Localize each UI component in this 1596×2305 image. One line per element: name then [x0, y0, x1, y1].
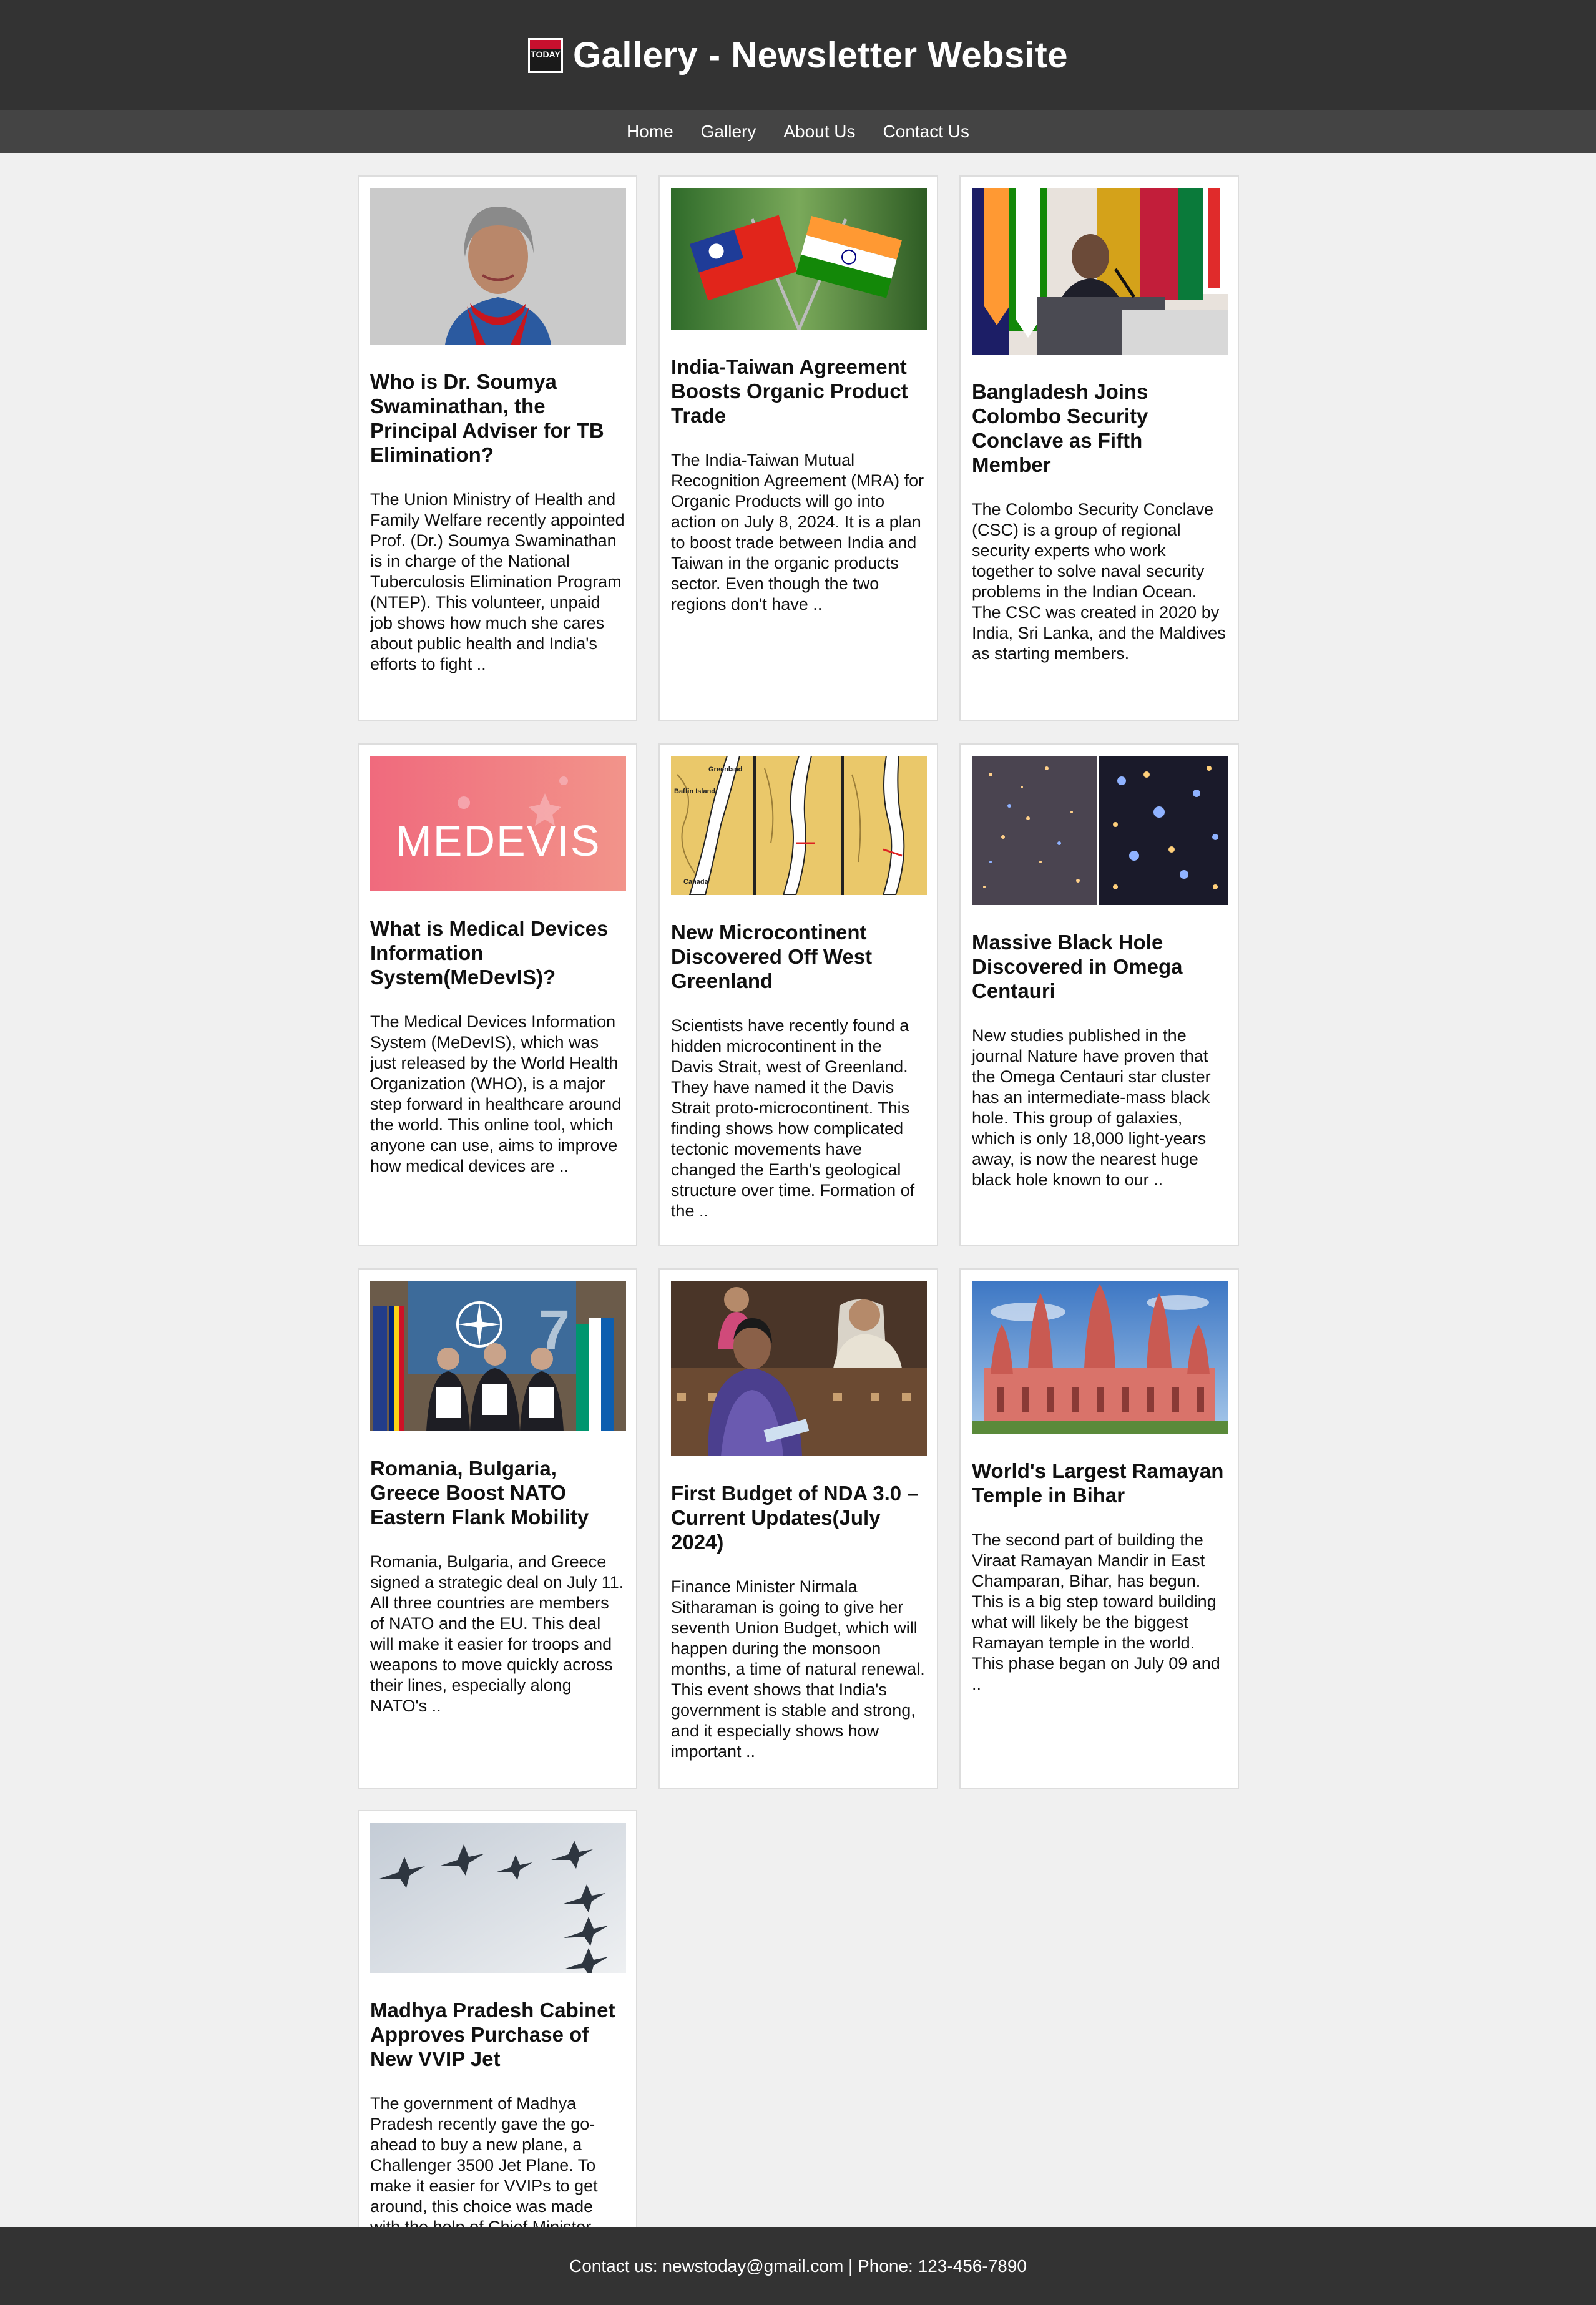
article-title[interactable]: New Microcontinent Discovered Off West G… [671, 920, 926, 993]
article-excerpt: The second part of building the Viraat R… [972, 1530, 1220, 1693]
nav-home[interactable]: Home [627, 122, 673, 142]
article-title[interactable]: Romania, Bulgaria, Greece Boost NATO Eas… [370, 1456, 625, 1529]
article-title[interactable]: What is Medical Devices Information Syst… [370, 916, 625, 989]
article-card[interactable]: Who is Dr. Soumya Swaminathan, the Princ… [358, 175, 637, 721]
article-card[interactable]: First Budget of NDA 3.0 – Current Update… [658, 1268, 938, 1789]
article-card[interactable]: World's Largest Ramayan Temple in Bihar … [959, 1268, 1239, 1789]
medevis-logo-text: MEDEVIS [395, 816, 600, 865]
crossed-flags-photo[interactable] [671, 188, 927, 330]
article-excerpt: The Colombo Security Conclave (CSC) is a… [972, 500, 1226, 663]
temple-photo[interactable] [972, 1281, 1228, 1434]
article-excerpt: The government of Madhya Pradesh recentl… [370, 2094, 605, 2236]
article-card[interactable]: Greenland Baffin Island Canada New Micro… [658, 743, 938, 1246]
article-excerpt: The India-Taiwan Mutual Recognition Agre… [671, 451, 924, 614]
logo-text: TODAY [529, 49, 561, 59]
article-card[interactable]: 7 Romania, Bulgaria, Greece Boost NATO E… [358, 1268, 637, 1789]
jets-formation-photo[interactable] [370, 1823, 626, 1973]
parliament-photo[interactable] [671, 1281, 927, 1456]
article-title[interactable]: Massive Black Hole Discovered in Omega C… [972, 930, 1226, 1003]
article-excerpt: Scientists have recently found a hidden … [671, 1016, 915, 1220]
article-card[interactable]: MEDEVIS What is Medical Devices Informat… [358, 743, 637, 1246]
article-excerpt: The Medical Devices Information System (… [370, 1012, 622, 1175]
article-card[interactable]: Bangladesh Joins Colombo Security Concla… [959, 175, 1239, 721]
article-title[interactable]: India-Taiwan Agreement Boosts Organic Pr… [671, 355, 926, 428]
page-title: Gallery - Newsletter Website [572, 35, 1068, 76]
main-nav: Home Gallery About Us Contact Us [0, 110, 1596, 153]
site-header: TODAY Gallery - Newsletter Website [0, 0, 1596, 110]
article-excerpt: Romania, Bulgaria, and Greece signed a s… [370, 1552, 624, 1715]
nato-signing-photo[interactable]: 7 [370, 1281, 626, 1431]
medevis-banner[interactable]: MEDEVIS [370, 756, 626, 891]
article-excerpt: The Union Ministry of Health and Family … [370, 490, 625, 673]
label-greenland: Greenland [708, 766, 742, 773]
footer-contact-text: Contact us: newstoday@gmail.com | Phone:… [569, 2256, 1027, 2276]
nav-gallery[interactable]: Gallery [701, 122, 756, 142]
article-title[interactable]: Who is Dr. Soumya Swaminathan, the Princ… [370, 369, 625, 467]
label-baffin-island: Baffin Island [674, 788, 715, 795]
nav-about-us[interactable]: About Us [783, 122, 855, 142]
article-title[interactable]: World's Largest Ramayan Temple in Bihar [972, 1459, 1226, 1507]
site-footer: Contact us: newstoday@gmail.com | Phone:… [0, 2227, 1596, 2305]
article-excerpt: Finance Minister Nirmala Sitharaman is g… [671, 1577, 925, 1761]
article-title[interactable]: Madhya Pradesh Cabinet Approves Purchase… [370, 1998, 625, 2071]
article-excerpt: New studies published in the journal Nat… [972, 1026, 1211, 1189]
article-card[interactable]: India-Taiwan Agreement Boosts Organic Pr… [658, 175, 938, 721]
article-title[interactable]: Bangladesh Joins Colombo Security Concla… [972, 379, 1226, 477]
geology-map[interactable]: Greenland Baffin Island Canada [671, 756, 927, 895]
portrait-woman-photo[interactable] [370, 188, 626, 345]
label-canada: Canada [683, 878, 709, 886]
speaker-podium-photo[interactable] [972, 188, 1228, 355]
news-today-logo[interactable]: TODAY [527, 37, 563, 73]
star-cluster-photo[interactable] [972, 756, 1228, 905]
nav-contact-us[interactable]: Contact Us [883, 122, 970, 142]
article-card[interactable]: Madhya Pradesh Cabinet Approves Purchase… [358, 1810, 637, 2272]
article-card[interactable]: Massive Black Hole Discovered in Omega C… [959, 743, 1239, 1246]
article-title[interactable]: First Budget of NDA 3.0 – Current Update… [671, 1481, 926, 1554]
